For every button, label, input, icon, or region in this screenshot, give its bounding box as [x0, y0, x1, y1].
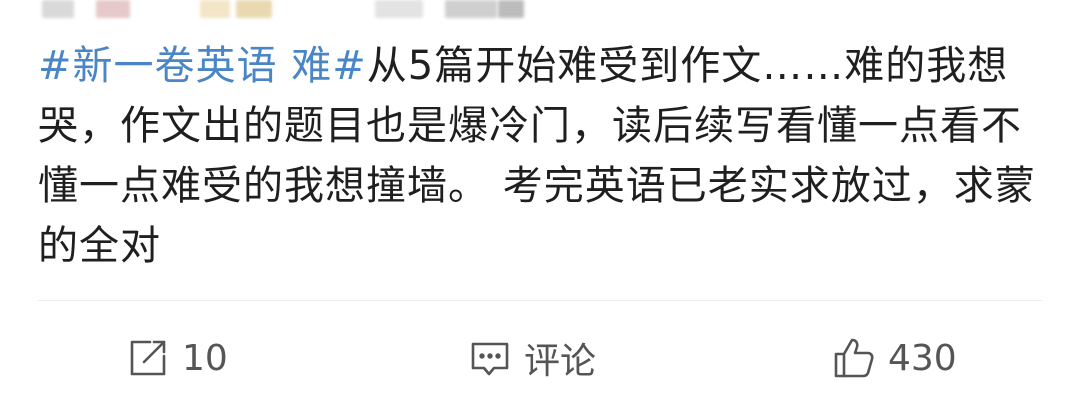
action-bar: 10 评论 430 — [0, 330, 1080, 386]
like-count: 430 — [888, 337, 957, 379]
blurred-username — [375, 0, 423, 18]
blurred-username — [498, 0, 524, 18]
comment-icon — [466, 334, 514, 382]
post-body: #新一卷英语 难#从5篇开始难受到作文……难的我想哭，作文出的题目也是爆冷门，读… — [38, 36, 1048, 276]
blurred-badge — [236, 0, 272, 18]
comment-button[interactable]: 评论 — [466, 330, 596, 386]
blurred-badge — [200, 0, 230, 18]
blurred-avatar — [42, 0, 74, 18]
like-button[interactable]: 430 — [830, 330, 957, 386]
blurred-badge — [96, 0, 130, 18]
blurred-header-strip — [0, 0, 1080, 22]
hashtag-link[interactable]: #新一卷英语 难# — [38, 43, 367, 89]
divider — [38, 300, 1042, 301]
comment-label: 评论 — [524, 341, 597, 382]
repost-button[interactable]: 10 — [124, 330, 228, 386]
thumbs-up-icon — [830, 334, 878, 382]
repost-count: 10 — [182, 337, 228, 379]
repost-icon — [124, 334, 172, 382]
blurred-username — [445, 0, 497, 18]
